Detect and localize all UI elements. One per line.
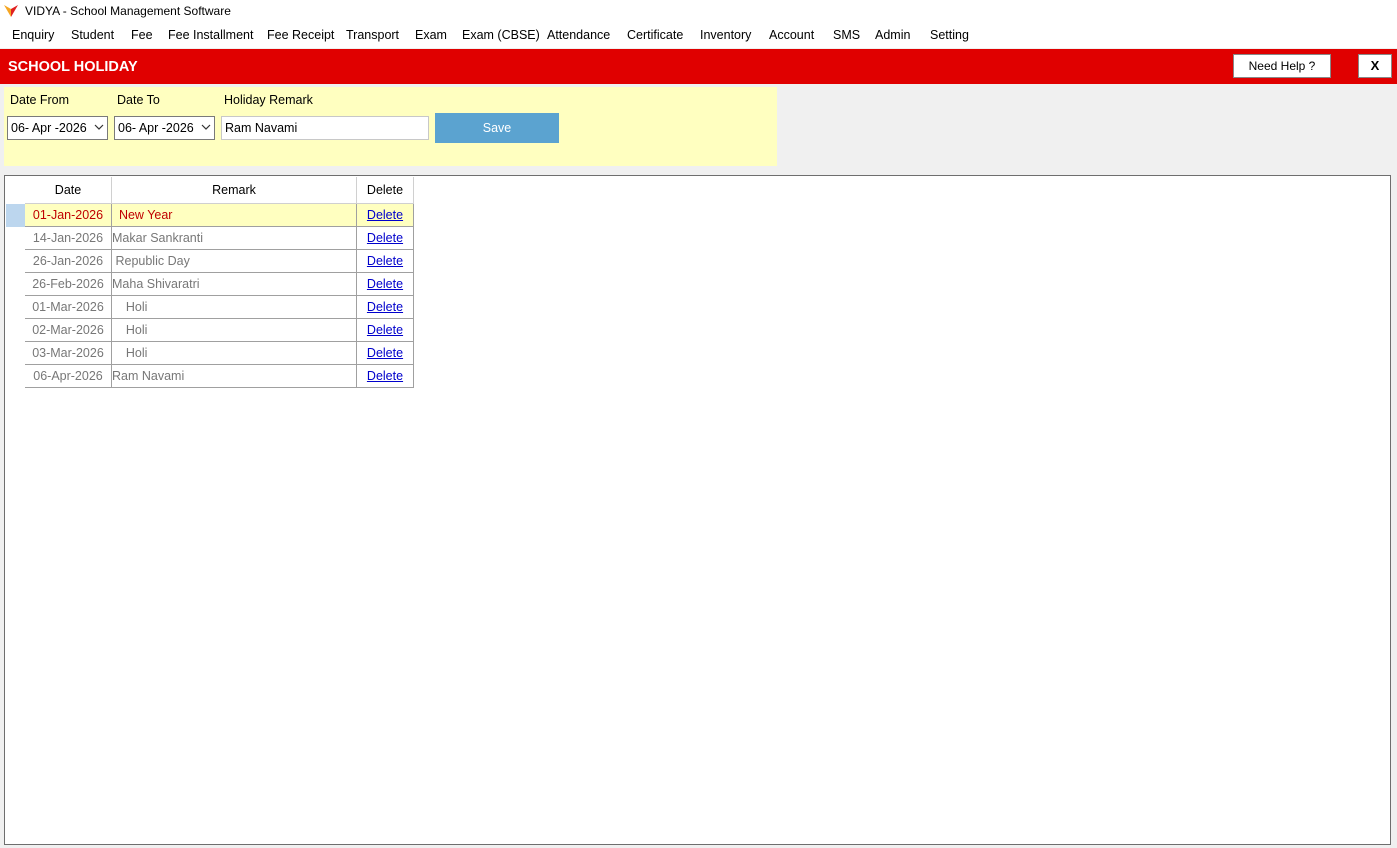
delete-link[interactable]: Delete <box>367 277 403 291</box>
row-selector[interactable] <box>6 203 25 227</box>
table-row[interactable]: 03-Mar-2026 Holi Delete <box>6 341 414 365</box>
menu-transport[interactable]: Transport <box>346 28 399 42</box>
row-selector[interactable] <box>6 226 25 250</box>
chevron-down-icon <box>201 124 211 130</box>
row-date[interactable]: 26-Feb-2026 <box>25 272 112 296</box>
row-remark[interactable]: Holi <box>111 318 357 342</box>
holiday-remark-label: Holiday Remark <box>224 93 313 107</box>
table-row[interactable]: 26-Jan-2026 Republic Day Delete <box>6 249 414 273</box>
table-row[interactable]: 01-Mar-2026 Holi Delete <box>6 295 414 319</box>
row-selector[interactable] <box>6 249 25 273</box>
need-help-button[interactable]: Need Help ? <box>1233 54 1331 78</box>
close-button[interactable]: X <box>1358 54 1392 78</box>
column-header-date[interactable]: Date <box>25 177 112 204</box>
date-from-label: Date From <box>10 93 70 107</box>
holiday-form-panel: Date From Date To Holiday Remark 06- Apr… <box>4 87 777 166</box>
menu-account[interactable]: Account <box>769 28 814 42</box>
row-selector[interactable] <box>6 318 25 342</box>
menu-sms[interactable]: SMS <box>833 28 860 42</box>
row-selector[interactable] <box>6 341 25 365</box>
table-row[interactable]: 26-Feb-2026 Maha Shivaratri Delete <box>6 272 414 296</box>
menu-certificate[interactable]: Certificate <box>627 28 683 42</box>
page-header: SCHOOL HOLIDAY Need Help ? X <box>0 49 1397 84</box>
window-titlebar: VIDYA - School Management Software <box>0 0 1397 23</box>
row-selector[interactable] <box>6 272 25 296</box>
row-date[interactable]: 01-Jan-2026 <box>25 203 112 227</box>
table-row[interactable]: 01-Jan-2026 New Year Delete <box>6 203 414 227</box>
date-to-label: Date To <box>117 93 160 107</box>
menu-attendance[interactable]: Attendance <box>547 28 610 42</box>
delete-link[interactable]: Delete <box>367 208 403 222</box>
menu-fee-receipt[interactable]: Fee Receipt <box>267 28 334 42</box>
vidya-logo-icon <box>4 5 18 17</box>
row-date[interactable]: 06-Apr-2026 <box>25 364 112 388</box>
delete-link[interactable]: Delete <box>367 254 403 268</box>
menu-fee[interactable]: Fee <box>131 28 153 42</box>
date-to-picker[interactable]: 06- Apr -2026 <box>114 116 215 140</box>
date-from-value: 06- Apr -2026 <box>11 121 87 135</box>
delete-link[interactable]: Delete <box>367 300 403 314</box>
row-selector[interactable] <box>6 295 25 319</box>
column-header-remark[interactable]: Remark <box>111 177 357 204</box>
delete-link[interactable]: Delete <box>367 369 403 383</box>
menu-setting[interactable]: Setting <box>930 28 969 42</box>
row-remark[interactable]: Makar Sankranti <box>111 226 357 250</box>
menu-exam[interactable]: Exam <box>415 28 447 42</box>
menu-bar: Enquiry Student Fee Fee Installment Fee … <box>0 23 1397 48</box>
menu-student[interactable]: Student <box>71 28 114 42</box>
holiday-grid-container: Date Remark Delete 01-Jan-2026 New Year … <box>4 175 1391 845</box>
delete-link[interactable]: Delete <box>367 346 403 360</box>
row-remark[interactable]: Republic Day <box>111 249 357 273</box>
menu-enquiry[interactable]: Enquiry <box>12 28 54 42</box>
date-from-picker[interactable]: 06- Apr -2026 <box>7 116 108 140</box>
holiday-table: Date Remark Delete 01-Jan-2026 New Year … <box>6 177 414 388</box>
row-selector[interactable] <box>6 364 25 388</box>
page-title: SCHOOL HOLIDAY <box>8 59 138 75</box>
row-date[interactable]: 26-Jan-2026 <box>25 249 112 273</box>
row-date[interactable]: 02-Mar-2026 <box>25 318 112 342</box>
row-remark[interactable]: Maha Shivaratri <box>111 272 357 296</box>
column-header-delete[interactable]: Delete <box>356 177 414 204</box>
save-button[interactable]: Save <box>435 113 559 143</box>
row-remark[interactable]: New Year <box>111 203 357 227</box>
table-row[interactable]: 06-Apr-2026 Ram Navami Delete <box>6 364 414 388</box>
holiday-remark-input[interactable] <box>221 116 429 140</box>
row-remark[interactable]: Holi <box>111 295 357 319</box>
menu-exam-cbse[interactable]: Exam (CBSE) <box>462 28 540 42</box>
table-row[interactable]: 02-Mar-2026 Holi Delete <box>6 318 414 342</box>
row-date[interactable]: 03-Mar-2026 <box>25 341 112 365</box>
chevron-down-icon <box>94 124 104 130</box>
menu-inventory[interactable]: Inventory <box>700 28 751 42</box>
menu-fee-installment[interactable]: Fee Installment <box>168 28 253 42</box>
delete-link[interactable]: Delete <box>367 231 403 245</box>
row-date[interactable]: 01-Mar-2026 <box>25 295 112 319</box>
delete-link[interactable]: Delete <box>367 323 403 337</box>
row-remark[interactable]: Ram Navami <box>111 364 357 388</box>
row-header-corner <box>6 177 25 204</box>
row-date[interactable]: 14-Jan-2026 <box>25 226 112 250</box>
date-to-value: 06- Apr -2026 <box>118 121 194 135</box>
menu-admin[interactable]: Admin <box>875 28 910 42</box>
row-remark[interactable]: Holi <box>111 341 357 365</box>
window-title: VIDYA - School Management Software <box>25 4 231 18</box>
table-row[interactable]: 14-Jan-2026 Makar Sankranti Delete <box>6 226 414 250</box>
